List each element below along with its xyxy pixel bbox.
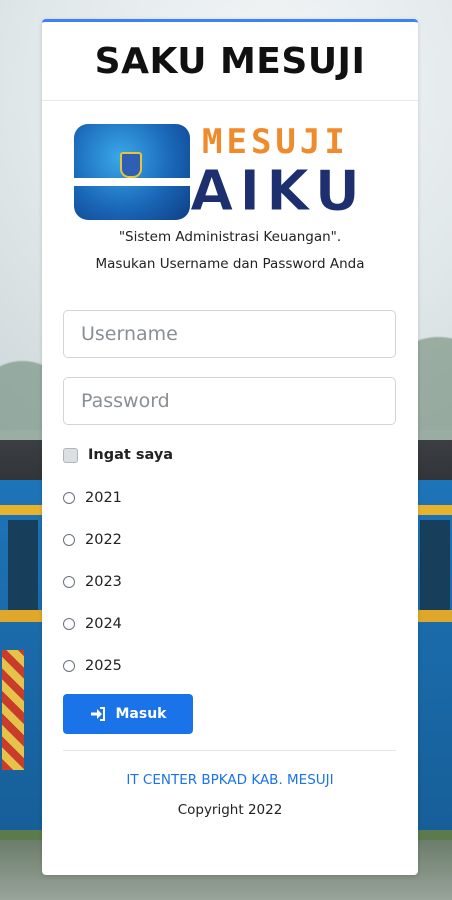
year-radio[interactable] [63, 618, 75, 630]
tagline: "Sistem Administrasi Keuangan". Masukan … [42, 224, 418, 278]
year-radio[interactable] [63, 660, 75, 672]
year-radio[interactable] [63, 492, 75, 504]
copyright-text: Copyright 2022 [177, 802, 283, 818]
year-radio[interactable] [63, 534, 75, 546]
background-window [8, 520, 38, 610]
remember-me[interactable]: Ingat saya [63, 447, 173, 463]
year-option-2024[interactable]: 2024 [63, 616, 122, 632]
background-window [420, 520, 450, 610]
year-option-2025[interactable]: 2025 [63, 658, 122, 674]
password-input[interactable] [63, 377, 396, 425]
logo-top-word: MESUJI [202, 122, 349, 162]
app-logo: MESUJI AIKU [72, 122, 384, 222]
page-title: SAKU MESUJI [94, 40, 366, 82]
sign-in-icon [90, 707, 105, 721]
login-card: SAKU MESUJI MESUJI AIKU "Sistem Administ… [42, 19, 418, 875]
card-header: SAKU MESUJI [42, 22, 418, 101]
year-option-2022[interactable]: 2022 [63, 532, 122, 548]
year-label: 2025 [85, 658, 122, 674]
year-option-2023[interactable]: 2023 [63, 574, 122, 590]
tagline-line-1: "Sistem Administrasi Keuangan". [118, 229, 342, 245]
year-label: 2021 [85, 490, 122, 506]
year-label: 2023 [85, 574, 122, 590]
logo-bar [72, 178, 190, 186]
year-radio[interactable] [63, 576, 75, 588]
tagline-line-2: Masukan Username dan Password Anda [95, 256, 365, 272]
year-option-2021[interactable]: 2021 [63, 490, 122, 506]
remember-label: Ingat saya [88, 447, 174, 463]
year-label: 2022 [85, 532, 122, 548]
logo-bottom-word: AIKU [189, 159, 367, 224]
emblem-icon [120, 152, 142, 178]
divider [63, 750, 396, 751]
username-input[interactable] [63, 310, 396, 358]
login-button-label: Masuk [115, 706, 167, 722]
year-label: 2024 [85, 616, 122, 632]
background-pillar [2, 650, 24, 770]
it-center-link[interactable]: IT CENTER BPKAD KAB. MESUJI [42, 772, 418, 788]
remember-checkbox[interactable] [63, 447, 78, 463]
login-button[interactable]: Masuk [63, 694, 193, 734]
